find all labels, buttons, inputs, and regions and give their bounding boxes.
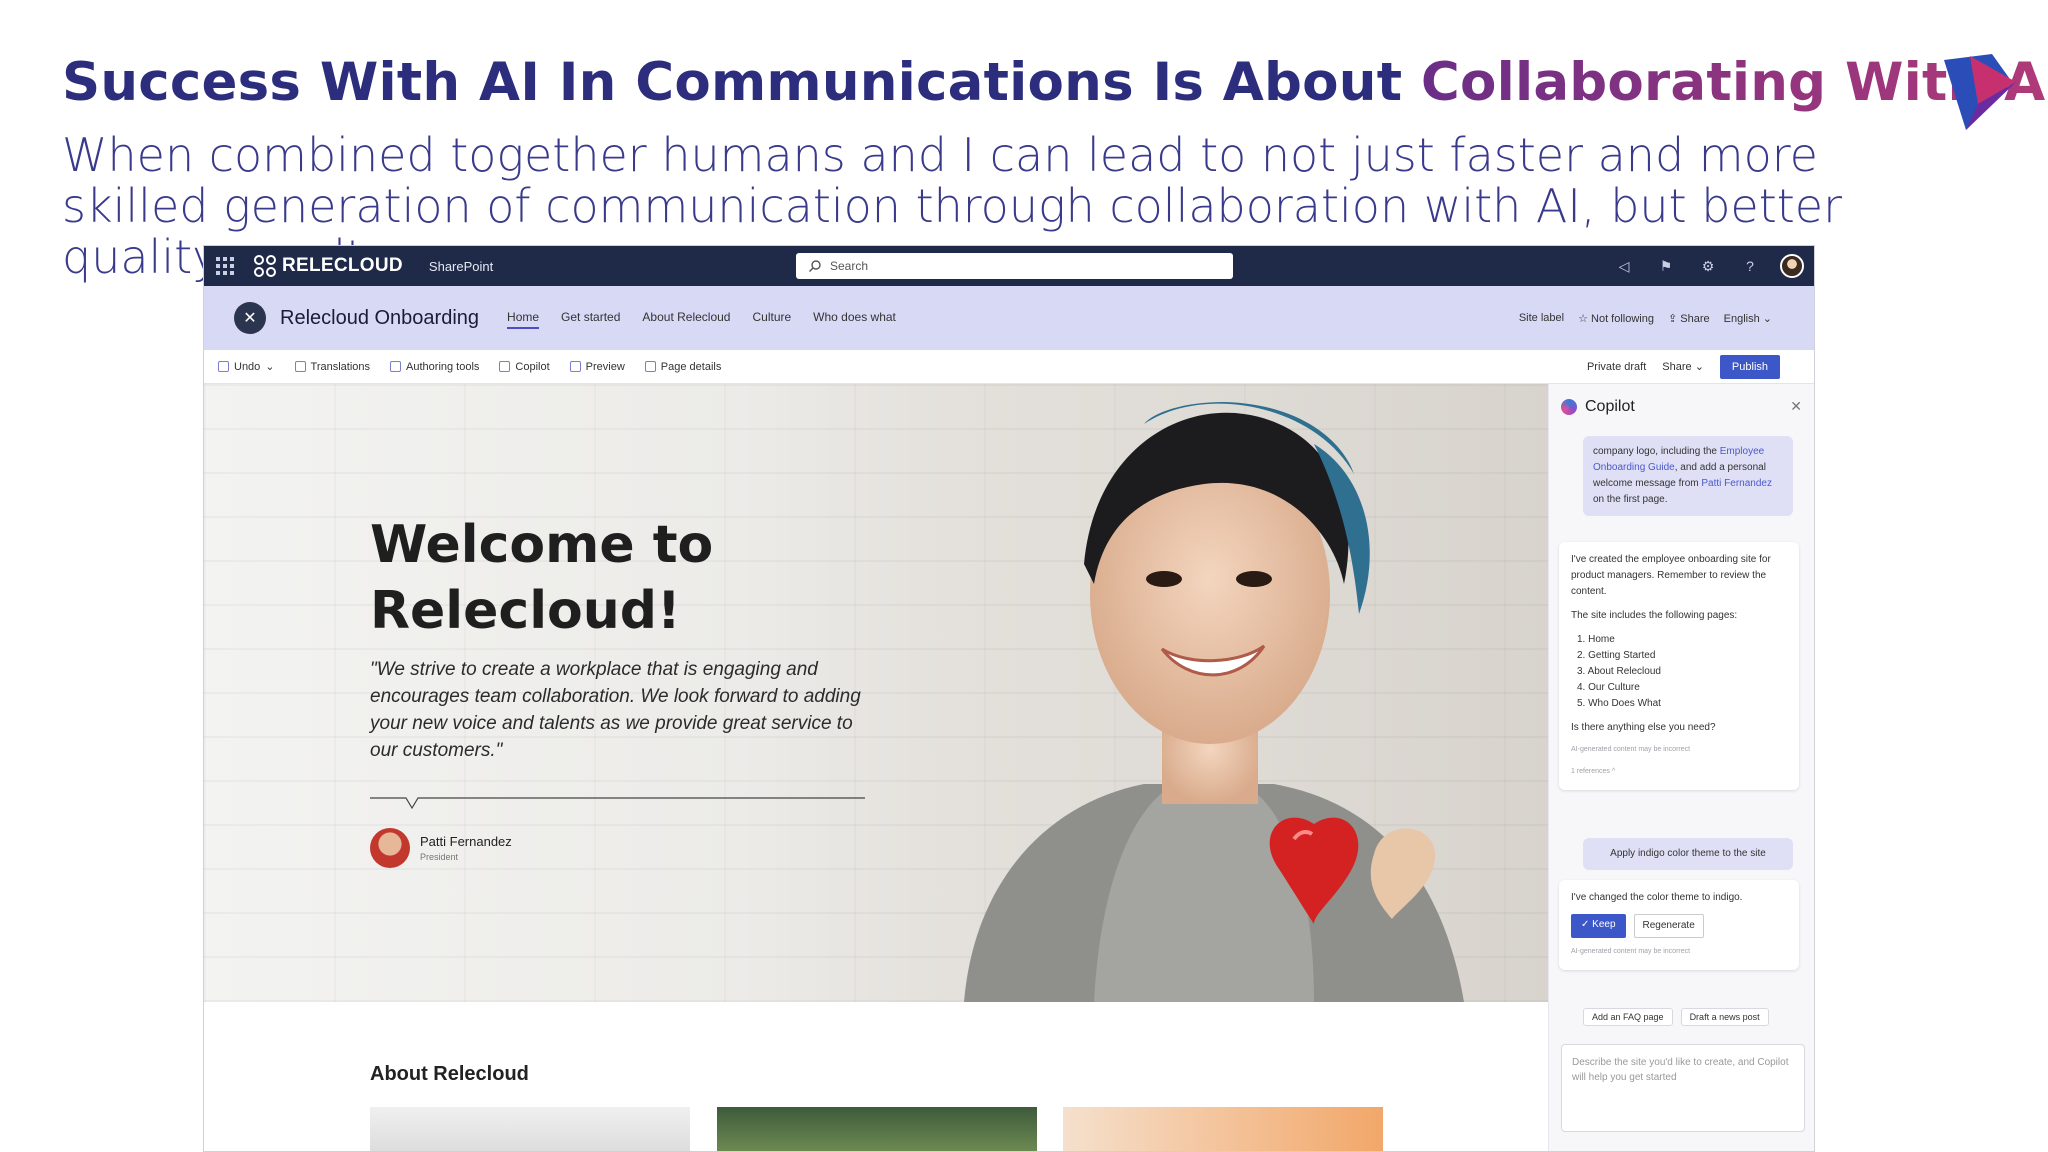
page-list-item: 3. About Relecloud xyxy=(1577,666,1661,677)
site-nav: Home Get started About Relecloud Culture… xyxy=(507,307,896,329)
faq-page-chip[interactable]: Add an FAQ page xyxy=(1583,1008,1673,1026)
nav-home[interactable]: Home xyxy=(507,307,540,329)
gear-icon[interactable]: ⚙ xyxy=(1696,254,1720,278)
undo-button[interactable]: Undo ⌄ xyxy=(218,360,275,373)
user-message-text: on the first page. xyxy=(1593,494,1668,505)
about-thumbnail-office[interactable] xyxy=(370,1107,690,1151)
share-page-button[interactable]: Share ⌄ xyxy=(1662,360,1704,373)
nav-culture[interactable]: Culture xyxy=(752,307,791,329)
site-label-button[interactable]: Site label xyxy=(1519,312,1564,325)
site-header: ✕ Relecloud Onboarding Home Get started … xyxy=(204,286,1814,350)
publish-button[interactable]: Publish xyxy=(1719,354,1780,379)
search-placeholder: Search xyxy=(830,259,869,273)
nav-who-does-what[interactable]: Who does what xyxy=(813,307,896,329)
suggestion-chips: Add an FAQ page Draft a news post xyxy=(1583,1008,1769,1026)
follow-button[interactable]: ☆ Not following xyxy=(1578,312,1654,325)
site-header-actions: Site label ☆ Not following ⇪ Share Engli… xyxy=(1519,312,1772,325)
brand-name: RELECLOUD xyxy=(282,255,403,276)
copilot-icon xyxy=(499,361,511,372)
user-avatar[interactable] xyxy=(1780,254,1804,278)
page-list-item: 2. Getting Started xyxy=(1577,650,1656,661)
search-input[interactable]: Search xyxy=(796,253,1233,279)
news-post-chip[interactable]: Draft a news post xyxy=(1680,1008,1769,1026)
references-toggle[interactable]: 1 references ^ xyxy=(1571,764,1787,780)
ai-disclaimer: AI-generated content may be incorrect xyxy=(1571,948,1691,955)
copilot-header: Copilot xyxy=(1561,398,1635,416)
copilot-prompt-input[interactable]: Describe the site you'd like to create, … xyxy=(1561,1044,1805,1132)
translations-button[interactable]: Translations xyxy=(294,360,370,373)
gear-icon xyxy=(644,361,656,372)
slide-title-main: Success With AI In Communications Is Abo… xyxy=(62,52,1421,113)
about-thumbnail-celebration[interactable] xyxy=(1063,1107,1383,1151)
toolbox-icon xyxy=(390,361,402,372)
quote-divider xyxy=(370,797,865,810)
language-dropdown[interactable]: English ⌄ xyxy=(1724,312,1772,325)
slide-title: Success With AI In Communications Is Abo… xyxy=(62,52,2048,113)
response-intro: I've created the employee onboarding sit… xyxy=(1571,554,1771,597)
response-question: Is there anything else you need? xyxy=(1571,722,1716,733)
site-logo-icon[interactable]: ✕ xyxy=(234,302,266,334)
page-list-item: 1. Home xyxy=(1577,634,1615,645)
nav-about-relecloud[interactable]: About Relecloud xyxy=(642,307,730,329)
suite-icons: ◁ ⚑ ⚙ ? xyxy=(1612,254,1804,278)
brand[interactable]: RELECLOUD xyxy=(254,255,403,277)
page-list-item: 4. Our Culture xyxy=(1577,682,1640,693)
help-icon[interactable]: ? xyxy=(1738,254,1762,278)
private-draft-status: Private draft xyxy=(1586,360,1647,373)
copilot-response-1: I've created the employee onboarding sit… xyxy=(1559,542,1799,790)
translate-icon xyxy=(294,361,306,372)
author-name: Patti Fernandez xyxy=(420,834,512,849)
sharepoint-screenshot: RELECLOUD SharePoint Search ◁ ⚑ ⚙ ? ✕ Re… xyxy=(203,245,1815,1152)
site-title[interactable]: Relecloud Onboarding xyxy=(280,307,479,330)
patti-fernandez-link[interactable]: Patti Fernandez xyxy=(1701,478,1772,489)
preview-button[interactable]: Preview xyxy=(569,360,625,373)
preview-icon xyxy=(569,361,581,372)
author-role: President xyxy=(420,852,459,862)
authoring-tools-button[interactable]: Authoring tools xyxy=(390,360,479,373)
slide: Success With AI In Communications Is Abo… xyxy=(0,0,2048,1152)
copilot-title: Copilot xyxy=(1585,398,1635,415)
nav-get-started[interactable]: Get started xyxy=(561,307,620,329)
relecloud-logo-icon xyxy=(254,255,276,277)
page-list-item: 5. Who Does What xyxy=(1577,698,1661,709)
undo-icon xyxy=(218,361,229,372)
app-launcher-icon[interactable] xyxy=(216,257,234,275)
hero-banner: Welcome to Relecloud! "We strive to crea… xyxy=(204,384,1548,1002)
keep-button[interactable]: ✓ Keep xyxy=(1571,914,1626,938)
ai-disclaimer: AI-generated content may be incorrect xyxy=(1571,746,1691,753)
megaphone-icon[interactable]: ◁ xyxy=(1612,254,1636,278)
user-message-text: company logo, including the xyxy=(1593,446,1720,457)
hero-heading: Welcome to Relecloud! xyxy=(370,515,714,641)
user-message-1: company logo, including the Employee Onb… xyxy=(1583,436,1793,516)
about-thumbnail-team[interactable] xyxy=(717,1107,1037,1151)
author-avatar xyxy=(370,828,410,868)
flag-icon[interactable]: ⚑ xyxy=(1654,254,1678,278)
page-details-button[interactable]: Page details xyxy=(644,360,721,373)
about-heading: About Relecloud xyxy=(370,1063,529,1085)
suite-bar: RELECLOUD SharePoint Search ◁ ⚑ ⚙ ? xyxy=(204,246,1814,286)
copilot-button[interactable]: Copilot xyxy=(499,360,550,373)
user-message-2: Apply indigo color theme to the site xyxy=(1583,838,1793,870)
close-icon[interactable]: ✕ xyxy=(1790,398,1802,415)
play-logo-icon xyxy=(1944,54,2016,130)
copilot-icon xyxy=(1561,399,1577,415)
prompt-placeholder: Describe the site you'd like to create, … xyxy=(1572,1057,1789,1083)
hero-quote: "We strive to create a workplace that is… xyxy=(370,659,861,761)
app-name[interactable]: SharePoint xyxy=(429,259,493,274)
author-card[interactable]: Patti Fernandez President xyxy=(370,828,512,868)
share-site-button[interactable]: ⇪ Share xyxy=(1668,312,1710,325)
search-icon xyxy=(809,260,821,272)
page-list: 1. Home 2. Getting Started 3. About Rele… xyxy=(1571,632,1787,712)
response-list-intro: The site includes the following pages: xyxy=(1571,610,1738,621)
smiling-woman-photo xyxy=(964,402,1464,1002)
regenerate-button[interactable]: Regenerate xyxy=(1633,914,1704,938)
copilot-response-2: I've changed the color theme to indigo. … xyxy=(1559,880,1799,970)
response-text: I've changed the color theme to indigo. xyxy=(1571,892,1743,903)
command-bar: Undo ⌄ Translations Authoring tools Copi… xyxy=(204,350,1814,384)
copilot-pane: Copilot ✕ company logo, including the Em… xyxy=(1548,384,1814,1151)
